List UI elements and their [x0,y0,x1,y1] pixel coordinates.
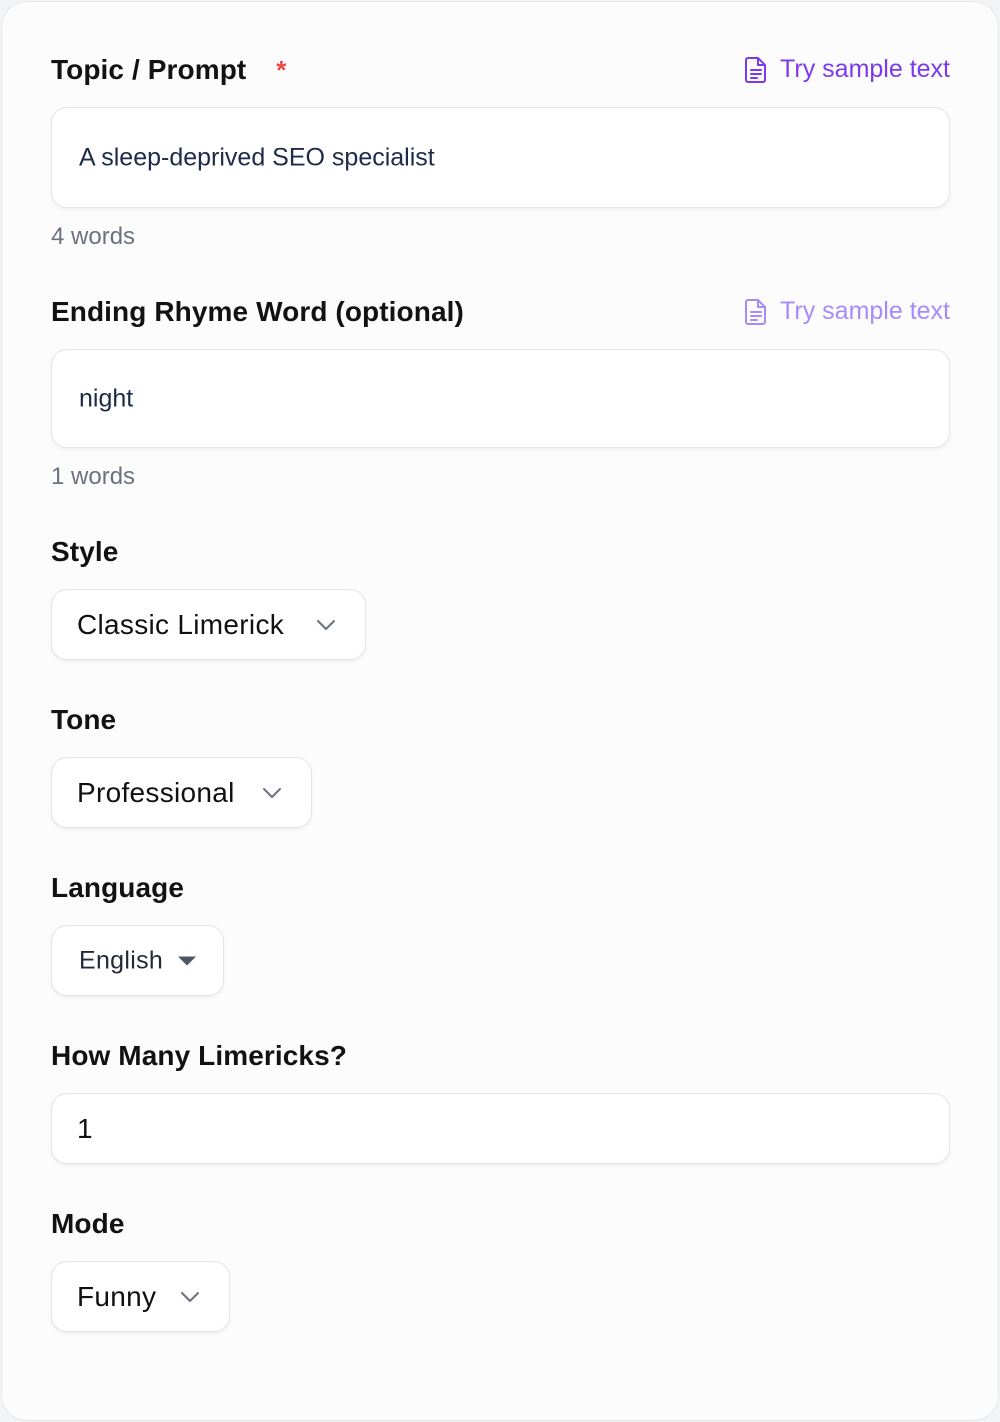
topic-try-sample-link[interactable]: Try sample text [744,55,950,84]
topic-word-count: 4 words [51,223,136,250]
mode-selected-value: Funny [77,1280,157,1312]
rhyme-input[interactable]: night [51,349,950,448]
tone-label: Tone [51,704,117,735]
language-selected-value: English [79,946,164,974]
document-icon [745,56,767,83]
rhyme-word-count: 1 words [51,463,136,490]
chevron-down-icon [181,1291,199,1302]
caret-down-icon [178,956,196,965]
document-icon [745,298,767,325]
rhyme-try-sample-link[interactable]: Try sample text [744,297,950,326]
topic-label: Topic / Prompt * [51,54,286,86]
topic-input[interactable]: A sleep-deprived SEO specialist [51,107,950,208]
style-select[interactable]: Classic Limerick [51,589,366,660]
count-input[interactable]: 1 [51,1093,950,1164]
tone-selected-value: Professional [77,776,235,808]
rhyme-input-value: night [79,384,134,412]
count-input-value: 1 [77,1112,93,1144]
style-label: Style [51,536,119,567]
chevron-down-icon [263,787,281,798]
topic-try-sample-text: Try sample text [780,55,950,83]
limerick-form-card: Topic / Prompt * Try sample text A sleep… [1,1,999,1421]
required-asterisk: * [276,55,287,85]
tone-select[interactable]: Professional [51,757,312,828]
rhyme-try-sample-text: Try sample text [780,297,950,325]
topic-label-text: Topic / Prompt [51,54,247,85]
mode-select[interactable]: Funny [51,1261,230,1332]
count-label: How Many Limericks? [51,1040,347,1071]
topic-input-value: A sleep-deprived SEO specialist [79,143,435,171]
language-label: Language [51,872,185,903]
mode-label: Mode [51,1208,125,1239]
style-selected-value: Classic Limerick [77,608,285,640]
language-select[interactable]: English [51,925,224,996]
chevron-down-icon [317,619,335,630]
rhyme-label: Ending Rhyme Word (optional) [51,296,464,327]
